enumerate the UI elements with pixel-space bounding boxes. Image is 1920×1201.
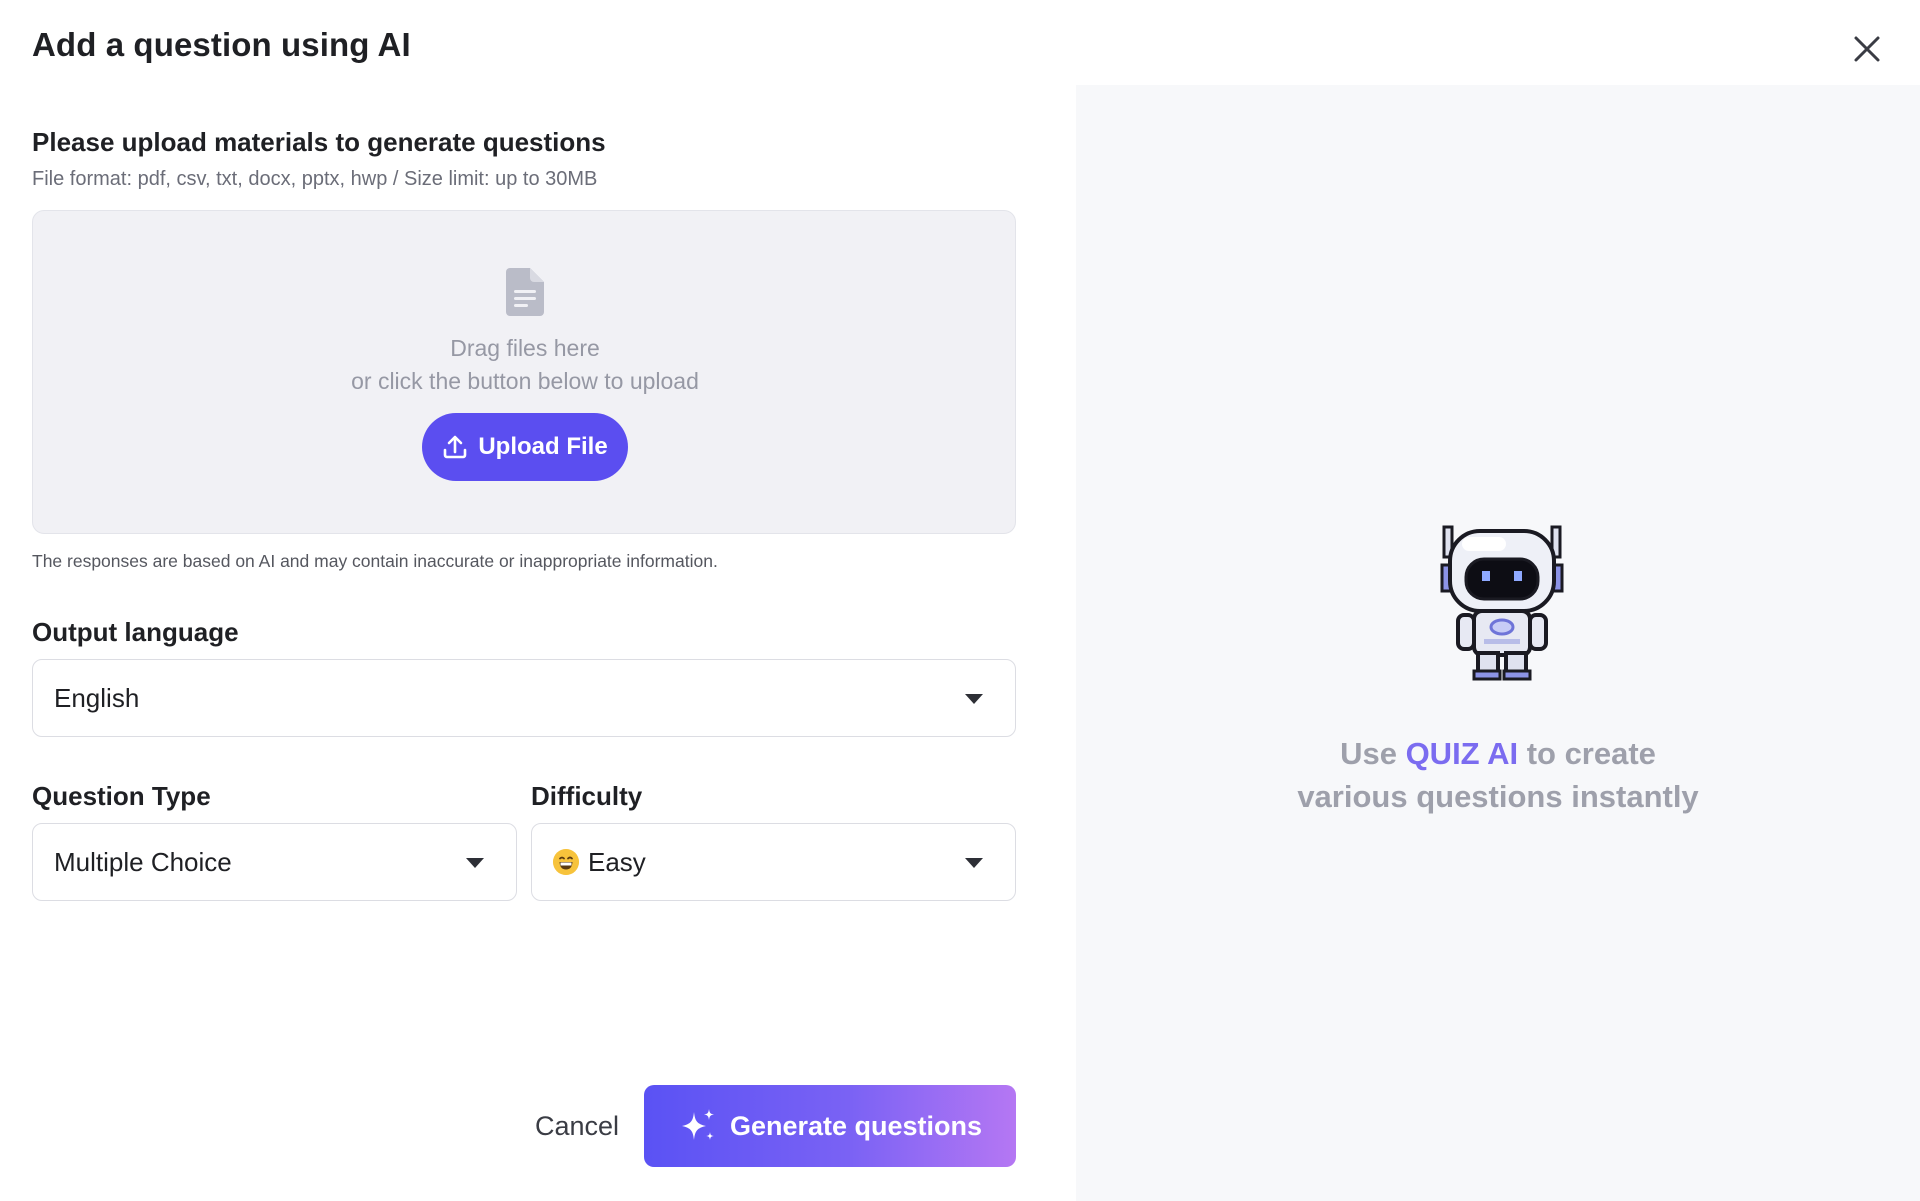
chevron-down-icon	[965, 858, 983, 868]
upload-file-button[interactable]: Upload File	[422, 413, 628, 481]
ai-question-modal: Add a question using AI Please upload ma…	[0, 0, 1920, 1201]
close-icon	[1854, 36, 1880, 62]
difficulty-value: Easy	[588, 846, 646, 877]
robot-illustration	[1440, 525, 1564, 681]
upload-format-hint: File format: pdf, csv, txt, docx, pptx, …	[32, 168, 598, 190]
promo-suffix: to create	[1518, 736, 1656, 771]
form-column: Please upload materials to generate ques…	[32, 0, 1016, 1201]
cancel-button[interactable]: Cancel	[492, 1086, 662, 1166]
output-language-value: English	[54, 682, 140, 713]
promo-line-1: Use QUIZ AI to create	[1076, 732, 1920, 775]
question-type-value: Multiple Choice	[54, 846, 232, 877]
close-button[interactable]	[1844, 26, 1890, 72]
upload-icon	[444, 435, 467, 459]
grinning-face-emoji	[553, 849, 579, 875]
question-type-label: Question Type	[32, 781, 211, 811]
file-dropzone[interactable]: Drag files here or click the button belo…	[32, 210, 1016, 534]
promo-panel: Use QUIZ AI to create various questions …	[1076, 85, 1920, 1201]
promo-text: Use QUIZ AI to create various questions …	[1076, 732, 1920, 818]
chevron-down-icon	[965, 694, 983, 704]
generate-questions-label: Generate questions	[729, 1110, 983, 1141]
promo-line-2: various questions instantly	[1297, 779, 1699, 814]
promo-prefix: Use	[1340, 736, 1406, 771]
quiz-ai-brand: QUIZ AI	[1405, 736, 1519, 771]
dropzone-text-secondary: or click the button below to upload	[351, 368, 699, 394]
output-language-label: Output language	[32, 617, 239, 647]
generate-questions-button[interactable]: Generate questions	[644, 1085, 1016, 1167]
question-type-select[interactable]: Multiple Choice	[32, 823, 517, 901]
sparkles-icon	[681, 1109, 714, 1140]
upload-section-title: Please upload materials to generate ques…	[32, 127, 606, 157]
file-icon	[506, 268, 544, 316]
output-language-select[interactable]: English	[32, 659, 1016, 737]
upload-file-label: Upload File	[478, 433, 608, 460]
dropzone-text-primary: Drag files here	[450, 335, 600, 361]
difficulty-select[interactable]: Easy	[531, 823, 1016, 901]
ai-disclaimer: The responses are based on AI and may co…	[32, 551, 718, 571]
chevron-down-icon	[466, 858, 484, 868]
difficulty-label: Difficulty	[531, 781, 643, 811]
